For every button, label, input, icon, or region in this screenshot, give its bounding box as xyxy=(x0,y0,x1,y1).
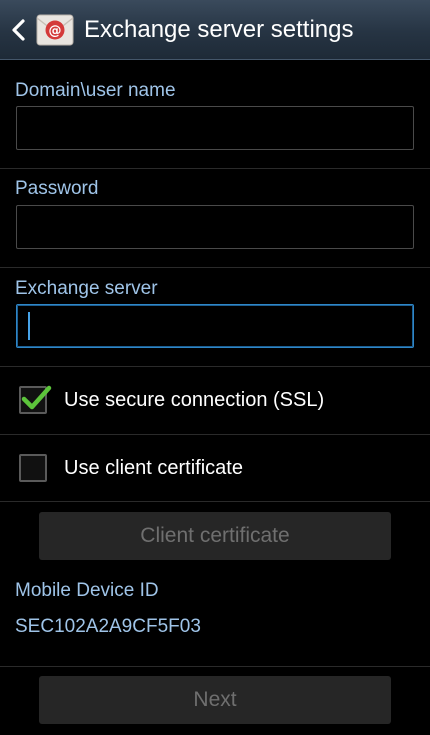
checkmark-icon xyxy=(21,385,52,410)
password-input[interactable] xyxy=(16,205,414,249)
divider xyxy=(0,267,430,268)
client-certificate-button[interactable]: Client certificate xyxy=(39,512,391,560)
next-button[interactable]: Next xyxy=(39,676,391,724)
domain-user-label: Domain\user name xyxy=(15,80,176,101)
page-title: Exchange server settings xyxy=(84,16,354,43)
client-cert-checkbox[interactable] xyxy=(19,454,47,482)
ssl-label: Use secure connection (SSL) xyxy=(64,389,325,411)
mobile-device-id-value: SEC102A2A9CF5F03 xyxy=(15,616,201,637)
ssl-checkbox[interactable] xyxy=(19,385,52,414)
divider xyxy=(0,666,430,667)
client-cert-row[interactable]: Use client certificate xyxy=(0,435,430,501)
divider xyxy=(0,501,430,502)
domain-user-input[interactable] xyxy=(16,106,414,150)
exchange-server-label: Exchange server xyxy=(15,278,158,299)
mobile-device-id-label: Mobile Device ID xyxy=(15,580,159,601)
text-cursor xyxy=(28,312,30,340)
exchange-server-input[interactable] xyxy=(16,304,414,348)
divider xyxy=(0,168,430,169)
svg-text:@: @ xyxy=(49,24,62,39)
password-label: Password xyxy=(15,178,99,199)
email-app-icon: @ xyxy=(36,14,74,46)
client-cert-label: Use client certificate xyxy=(64,457,243,479)
action-bar: @ Exchange server settings xyxy=(0,0,430,60)
exchange-settings-screen: @ Exchange server settings Domain\user n… xyxy=(0,0,430,735)
ssl-row[interactable]: Use secure connection (SSL) xyxy=(0,367,430,433)
chevron-left-icon[interactable] xyxy=(8,17,30,43)
